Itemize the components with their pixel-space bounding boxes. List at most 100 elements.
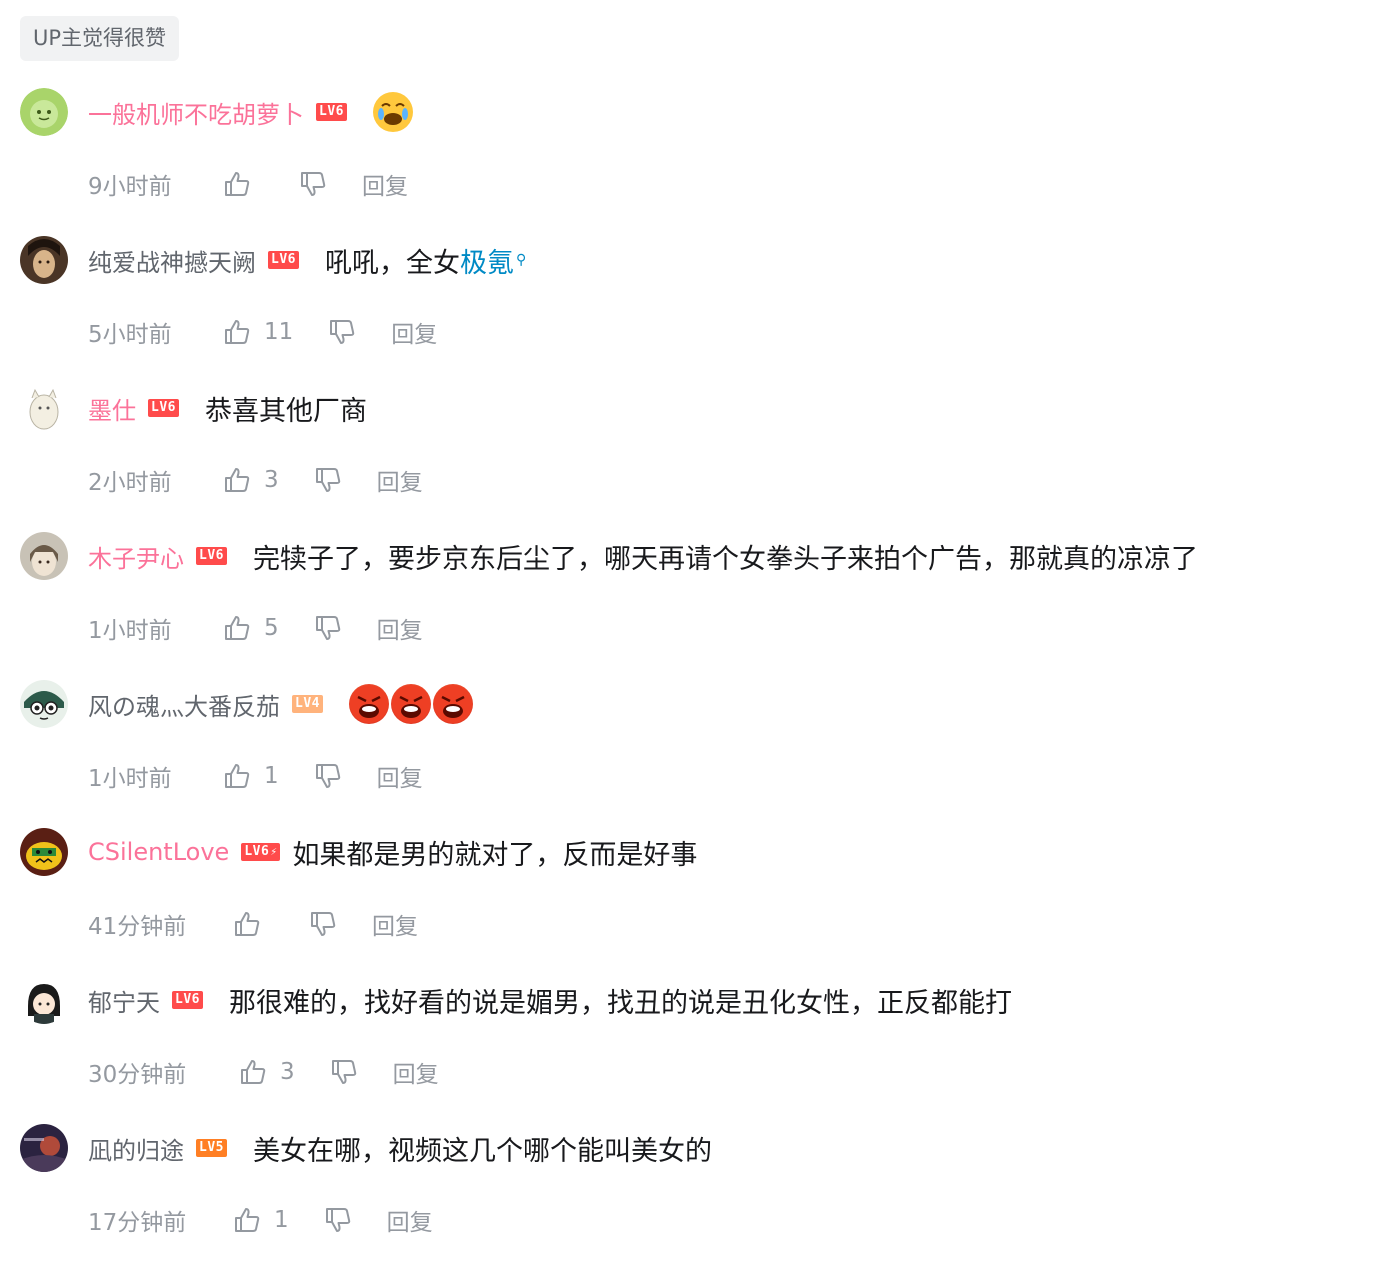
like-button[interactable] <box>222 169 264 199</box>
like-count: 1 <box>264 763 279 789</box>
comment-item: 木子尹心 LV6 完犊子了，要步京东后尘了，哪天再请个女拳头子来拍个广告，那就真… <box>0 532 1382 680</box>
like-button[interactable]: 3 <box>222 465 279 495</box>
thumbs-down-icon <box>308 909 338 939</box>
username[interactable]: 郁宁天 <box>88 983 160 1018</box>
avatar[interactable] <box>20 680 68 728</box>
reply-button[interactable]: 回复 <box>391 315 437 349</box>
username[interactable]: 风の魂灬大番反茄 <box>88 687 280 722</box>
like-button[interactable]: 5 <box>222 613 279 643</box>
username[interactable]: 木子尹心 <box>88 539 184 574</box>
thumbs-up-icon <box>232 909 262 939</box>
avatar[interactable] <box>20 1124 68 1172</box>
comment-item: 郁宁天 LV6 那很难的，找好看的说是媚男，找丑的说是丑化女性，正反都能打 30… <box>0 976 1382 1124</box>
comment-text: 吼吼，全女 <box>324 247 460 279</box>
level-badge: LV5 <box>196 1139 227 1157</box>
like-button[interactable] <box>232 909 274 939</box>
thumbs-up-icon <box>238 1057 268 1087</box>
thumbs-up-icon <box>222 465 252 495</box>
dislike-button[interactable] <box>298 169 328 199</box>
thumbs-down-icon <box>298 169 328 199</box>
avatar[interactable] <box>20 384 68 432</box>
comment-item: 一般机师不吃胡萝卜 LV6 9小时前 回复 <box>0 88 1382 236</box>
thumbs-up-icon <box>222 761 252 791</box>
thumbs-down-icon <box>313 465 343 495</box>
dislike-button[interactable] <box>313 613 343 643</box>
comment-time: 1小时前 <box>88 766 172 792</box>
like-count: 3 <box>280 1059 295 1085</box>
comment-time: 30分钟前 <box>88 1062 187 1088</box>
like-button[interactable]: 1 <box>222 761 279 791</box>
comment-content <box>348 684 475 724</box>
avatar[interactable] <box>20 236 68 284</box>
reply-button[interactable]: 回复 <box>387 1203 433 1237</box>
comment-content: 那很难的，找好看的说是媚男，找丑的说是丑化女性，正反都能打 <box>228 987 1012 1019</box>
avatar[interactable] <box>20 976 68 1024</box>
comment-time: 9小时前 <box>88 174 172 200</box>
thumbs-up-icon <box>222 317 252 347</box>
up-liked-tag: UP主觉得很赞 <box>20 16 180 61</box>
like-button[interactable]: 1 <box>232 1205 289 1235</box>
comment-item: 风の魂灬大番反茄 LV4 1小时前 1 回复 <box>0 680 1382 828</box>
dislike-button[interactable] <box>329 1057 359 1087</box>
comment-content: 如果都是男的就对了，反而是好事 <box>292 839 698 871</box>
username[interactable]: 凪的归途 <box>88 1131 184 1166</box>
comment-item: CSilentLove LV6 如果都是男的就对了，反而是好事 41分钟前 回复 <box>0 828 1382 976</box>
username[interactable]: CSilentLove <box>88 838 229 866</box>
username[interactable]: 墨仕 <box>88 391 136 426</box>
thumbs-up-icon <box>232 1205 262 1235</box>
like-button[interactable]: 3 <box>238 1057 295 1087</box>
reply-button[interactable]: 回复 <box>372 907 418 941</box>
thumbs-down-icon <box>327 317 357 347</box>
comment-content <box>372 92 415 132</box>
dislike-button[interactable] <box>313 761 343 791</box>
search-link[interactable]: 极氪 <box>460 241 514 280</box>
angry-face-emoji-icon <box>348 684 389 724</box>
like-count: 3 <box>264 467 279 493</box>
comment-item: 凪的归途 LV5 美女在哪，视频这几个哪个能叫美女的 17分钟前 1 回复 <box>0 1124 1382 1272</box>
comment-time: 1小时前 <box>88 618 172 644</box>
level-badge: LV6 <box>148 399 179 417</box>
dislike-button[interactable] <box>323 1205 353 1235</box>
comment-content: 恭喜其他厂商 <box>204 395 367 427</box>
reply-button[interactable]: 回复 <box>362 167 408 201</box>
level-badge: LV4 <box>292 695 323 713</box>
comment-time: 41分钟前 <box>88 914 187 940</box>
level-badge: LV6 <box>316 103 347 121</box>
reply-button[interactable]: 回复 <box>377 759 423 793</box>
dislike-button[interactable] <box>308 909 338 939</box>
username[interactable]: 纯爱战神撼天阙 <box>88 243 256 278</box>
thumbs-down-icon <box>329 1057 359 1087</box>
angry-face-emoji-icon <box>390 684 431 724</box>
reply-button[interactable]: 回复 <box>377 611 423 645</box>
reply-button[interactable]: 回复 <box>377 463 423 497</box>
level-badge: LV6 <box>241 843 281 861</box>
comment-content: 吼吼，全女 极氪 ⚲ <box>325 241 526 280</box>
dislike-button[interactable] <box>327 317 357 347</box>
comment-content: 美女在哪，视频这几个哪个能叫美女的 <box>252 1135 712 1167</box>
comment-time: 5小时前 <box>88 322 172 348</box>
comment-item: 纯爱战神撼天阙 LV6 吼吼，全女 极氪 ⚲ 5小时前 11 回复 <box>0 236 1382 384</box>
like-button[interactable]: 11 <box>222 317 293 347</box>
dislike-button[interactable] <box>313 465 343 495</box>
like-count: 11 <box>264 319 294 345</box>
thumbs-down-icon <box>313 613 343 643</box>
comment-item: 墨仕 LV6 恭喜其他厂商 2小时前 3 回复 <box>0 384 1382 532</box>
level-badge: LV6 <box>268 251 299 269</box>
avatar[interactable] <box>20 532 68 580</box>
reply-button[interactable]: 回复 <box>393 1055 439 1089</box>
thumbs-down-icon <box>313 761 343 791</box>
like-count: 1 <box>274 1207 289 1233</box>
username[interactable]: 一般机师不吃胡萝卜 <box>88 95 304 130</box>
level-badge: LV6 <box>172 991 203 1009</box>
comment-content: 完犊子了，要步京东后尘了，哪天再请个女拳头子来拍个广告，那就真的凉凉了 <box>252 543 1198 575</box>
avatar[interactable] <box>20 828 68 876</box>
comment-time: 17分钟前 <box>88 1210 187 1236</box>
search-icon: ⚲ <box>515 252 527 268</box>
thumbs-down-icon <box>323 1205 353 1235</box>
like-count: 5 <box>264 615 279 641</box>
comment-time: 2小时前 <box>88 470 172 496</box>
cry-laugh-emoji-icon <box>372 92 413 132</box>
thumbs-up-icon <box>222 169 252 199</box>
thumbs-up-icon <box>222 613 252 643</box>
avatar[interactable] <box>20 88 68 136</box>
